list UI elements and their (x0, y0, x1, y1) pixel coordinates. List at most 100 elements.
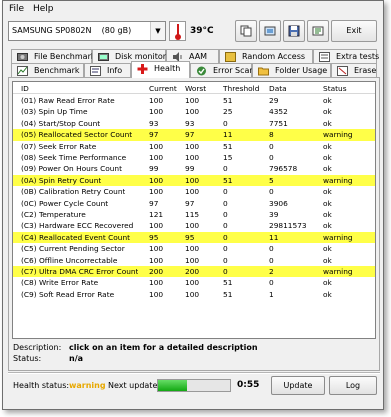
tab-label: Random Access (242, 52, 306, 61)
copy-text-button[interactable] (235, 20, 257, 42)
table-row[interactable]: (09) Power On Hours Count 99 99 0 796578 ok (13, 163, 375, 174)
cell-status: ok (323, 164, 332, 174)
cell-id: (C7) Ultra DMA CRC Error Count (21, 267, 139, 276)
description-label: Description: (13, 343, 62, 352)
cell-id: (04) Start/Stop Count (21, 118, 101, 128)
cell-threshold: 51 (223, 289, 233, 299)
copy-screenshot-button[interactable] (259, 20, 281, 42)
cell-id: (C9) Soft Read Error Rate (21, 289, 115, 299)
next-update-progress (157, 379, 231, 392)
status-value: n/a (69, 354, 84, 363)
cell-threshold: 0 (223, 232, 228, 242)
tab-health[interactable]: Health (131, 61, 190, 78)
cell-worst: 100 (185, 141, 200, 151)
cell-data: 0 (269, 153, 274, 162)
divider (8, 372, 380, 374)
table-row[interactable]: (0A) Spin Retry Count 100 100 51 5 warning (13, 174, 375, 187)
table-row[interactable]: (03) Spin Up Time 100 100 25 4352 ok (13, 106, 375, 117)
menu-bar: File Help (3, 1, 383, 18)
monitor-icon (98, 53, 109, 61)
cell-data: 4352 (269, 107, 288, 117)
cell-status: ok (323, 153, 332, 162)
column-header-status[interactable]: Status (323, 83, 347, 94)
cell-threshold: 11 (223, 130, 233, 140)
cell-current: 97 (149, 130, 159, 140)
table-row[interactable]: (C9) Soft Read Error Rate 100 100 51 1 ok (13, 289, 375, 300)
toolbar: SAMSUNG SP0802N (80 gB) ▼ 39°C Exit (3, 18, 383, 44)
health-cross-icon (137, 64, 148, 74)
cell-id: (01) Raw Read Error Rate (21, 96, 115, 105)
table-row[interactable]: (C7) Ultra DMA CRC Error Count 200 200 0 2 wa… (13, 266, 375, 278)
smart-table[interactable]: ID Current Worst Threshold Data Status (… (12, 81, 376, 339)
table-row[interactable]: (C6) Offline Uncorrectable 100 100 0 0 ok (13, 255, 375, 266)
tab-file-benchmark[interactable]: File Benchmark (11, 49, 96, 64)
cell-data: 5 (269, 175, 274, 185)
cell-id: (05) Reallocated Sector Count (21, 130, 133, 140)
table-row[interactable]: (05) Reallocated Sector Count 97 97 11 8 warn… (13, 129, 375, 141)
cell-data: 3906 (269, 198, 288, 208)
cell-threshold: 51 (223, 96, 233, 105)
cell-worst: 200 (185, 267, 200, 276)
table-row[interactable]: (01) Raw Read Error Rate 100 100 51 29 ok (13, 95, 375, 106)
cell-current: 100 (149, 289, 164, 299)
column-header-id[interactable]: ID (21, 83, 29, 94)
table-row[interactable]: (08) Seek Time Performance 100 100 15 0 ok (13, 152, 375, 163)
menu-file[interactable]: File (9, 4, 24, 14)
cell-current: 100 (149, 96, 164, 105)
cell-status: ok (323, 255, 332, 265)
cell-threshold: 51 (223, 278, 233, 288)
table-row[interactable]: (C2) Temperature 121 115 0 39 ok (13, 209, 375, 220)
column-header-threshold[interactable]: Threshold (223, 83, 259, 94)
chevron-down-icon[interactable]: ▼ (150, 22, 165, 40)
cell-status: ok (323, 141, 332, 151)
cell-data: 0 (269, 278, 274, 288)
cell-threshold: 15 (223, 153, 233, 162)
exit-button[interactable]: Exit (331, 20, 377, 42)
cell-status: warning (323, 267, 353, 276)
tab-info[interactable]: Info (84, 63, 131, 78)
erase-icon (337, 66, 348, 76)
screenshot-icon (264, 26, 276, 36)
cell-data: 0 (269, 244, 274, 254)
tab-erase[interactable]: Erase (331, 63, 377, 78)
cell-current: 100 (149, 255, 164, 265)
save-screenshot-button[interactable] (283, 20, 305, 42)
table-row[interactable]: (C3) Hardware ECC Recovered 100 100 0 298115… (13, 220, 375, 231)
table-row[interactable]: (C4) Reallocated Event Count 95 95 0 11 warni… (13, 231, 375, 244)
column-header-current[interactable]: Current (149, 83, 177, 94)
cell-status: ok (323, 96, 332, 105)
cell-worst: 100 (185, 255, 200, 265)
tab-extra-tests[interactable]: Extra tests (313, 49, 379, 64)
column-header-worst[interactable]: Worst (185, 83, 206, 94)
table-row[interactable]: (07) Seek Error Rate 100 100 51 0 ok (13, 141, 375, 152)
log-button[interactable]: Log (329, 376, 377, 395)
cell-threshold: 51 (223, 175, 233, 185)
tab-folder-usage[interactable]: Folder Usage (252, 63, 331, 78)
random-icon (225, 52, 236, 62)
tab-label: Health (154, 64, 181, 73)
table-row[interactable]: (0B) Calibration Retry Count 100 100 0 0 ok (13, 186, 375, 197)
table-row[interactable]: (C5) Current Pending Sector 100 100 0 0 ok (13, 243, 375, 254)
cell-threshold: 0 (223, 244, 228, 254)
tab-error-scan[interactable]: Error Scan (190, 63, 255, 78)
cell-status: ok (323, 210, 332, 219)
tab-label: Erase (354, 66, 377, 75)
tab-random-access[interactable]: Random Access (219, 49, 313, 64)
cell-current: 97 (149, 198, 159, 208)
tab-benchmark[interactable]: Benchmark (11, 63, 84, 78)
table-row[interactable]: (04) Start/Stop Count 93 93 0 7751 ok (13, 118, 375, 129)
cell-id: (08) Seek Time Performance (21, 153, 127, 162)
options-button[interactable] (307, 20, 329, 42)
cell-worst: 100 (185, 96, 200, 105)
update-button[interactable]: Update (271, 376, 325, 395)
cell-data: 8 (269, 130, 274, 140)
cell-worst: 100 (185, 244, 200, 254)
table-row[interactable]: (0C) Power Cycle Count 97 97 0 3906 ok (13, 198, 375, 209)
cell-id: (0B) Calibration Retry Count (21, 187, 126, 197)
table-row[interactable]: (C8) Write Error Rate 100 100 51 0 ok (13, 277, 375, 288)
drive-select[interactable]: SAMSUNG SP0802N (80 gB) ▼ (8, 21, 166, 41)
cell-id: (C8) Write Error Rate (21, 278, 99, 288)
cell-threshold: 0 (223, 187, 228, 197)
column-header-data[interactable]: Data (269, 83, 287, 94)
menu-help[interactable]: Help (33, 4, 54, 14)
